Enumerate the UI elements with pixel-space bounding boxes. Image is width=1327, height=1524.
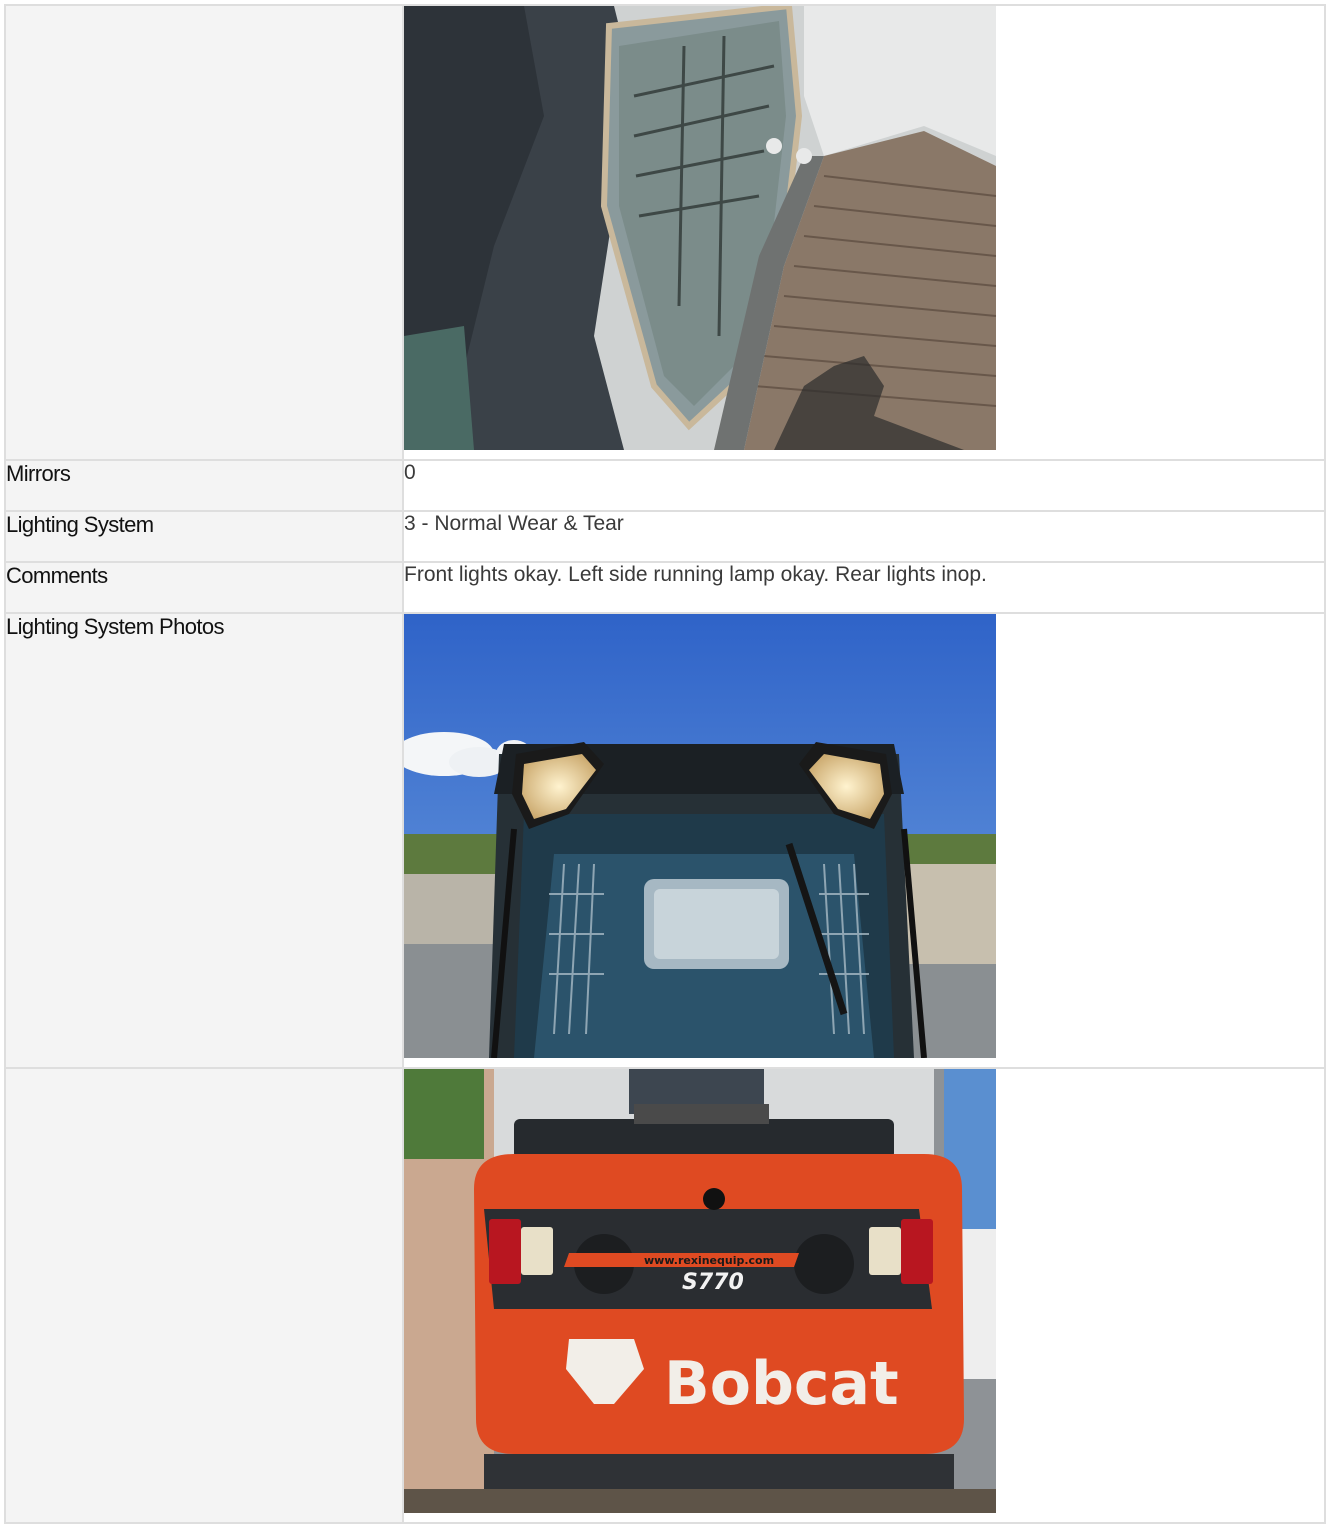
row-value: 0: [402, 459, 1326, 512]
brand-text: Bobcat: [664, 1349, 899, 1419]
photo-cell: [402, 4, 1326, 461]
lighting-photos-row: Lighting System Photos: [4, 612, 1326, 1069]
inspection-table: Mirrors 0 Lighting System 3 - Normal Wea…: [4, 4, 1326, 1524]
lighting-system-row: Lighting System 3 - Normal Wear & Tear: [4, 510, 1326, 563]
url-text: www.rexinequip.com: [644, 1254, 774, 1267]
row-value: Front lights okay. Left side running lam…: [402, 561, 1326, 614]
mirror-photo-row: [4, 4, 1326, 461]
rear-photo-row: www.rexinequip.com S770 Bobcat: [4, 1067, 1326, 1524]
mirror-photo[interactable]: [404, 6, 996, 450]
front-lights-photo[interactable]: [404, 614, 996, 1058]
row-value: 3 - Normal Wear & Tear: [402, 510, 1326, 563]
photo-cell: www.rexinequip.com S770 Bobcat: [402, 1067, 1326, 1524]
row-label: Lighting System: [4, 510, 404, 563]
mirrors-row: Mirrors 0: [4, 459, 1326, 512]
row-label: Mirrors: [4, 459, 404, 512]
row-label: [4, 4, 404, 461]
row-label: Lighting System Photos: [4, 612, 404, 1069]
photo-cell: [402, 612, 1326, 1069]
comments-row: Comments Front lights okay. Left side ru…: [4, 561, 1326, 614]
model-text: S770: [682, 1270, 744, 1295]
rear-lights-photo[interactable]: www.rexinequip.com S770 Bobcat: [404, 1069, 996, 1513]
row-label: [4, 1067, 404, 1524]
row-label: Comments: [4, 561, 404, 614]
